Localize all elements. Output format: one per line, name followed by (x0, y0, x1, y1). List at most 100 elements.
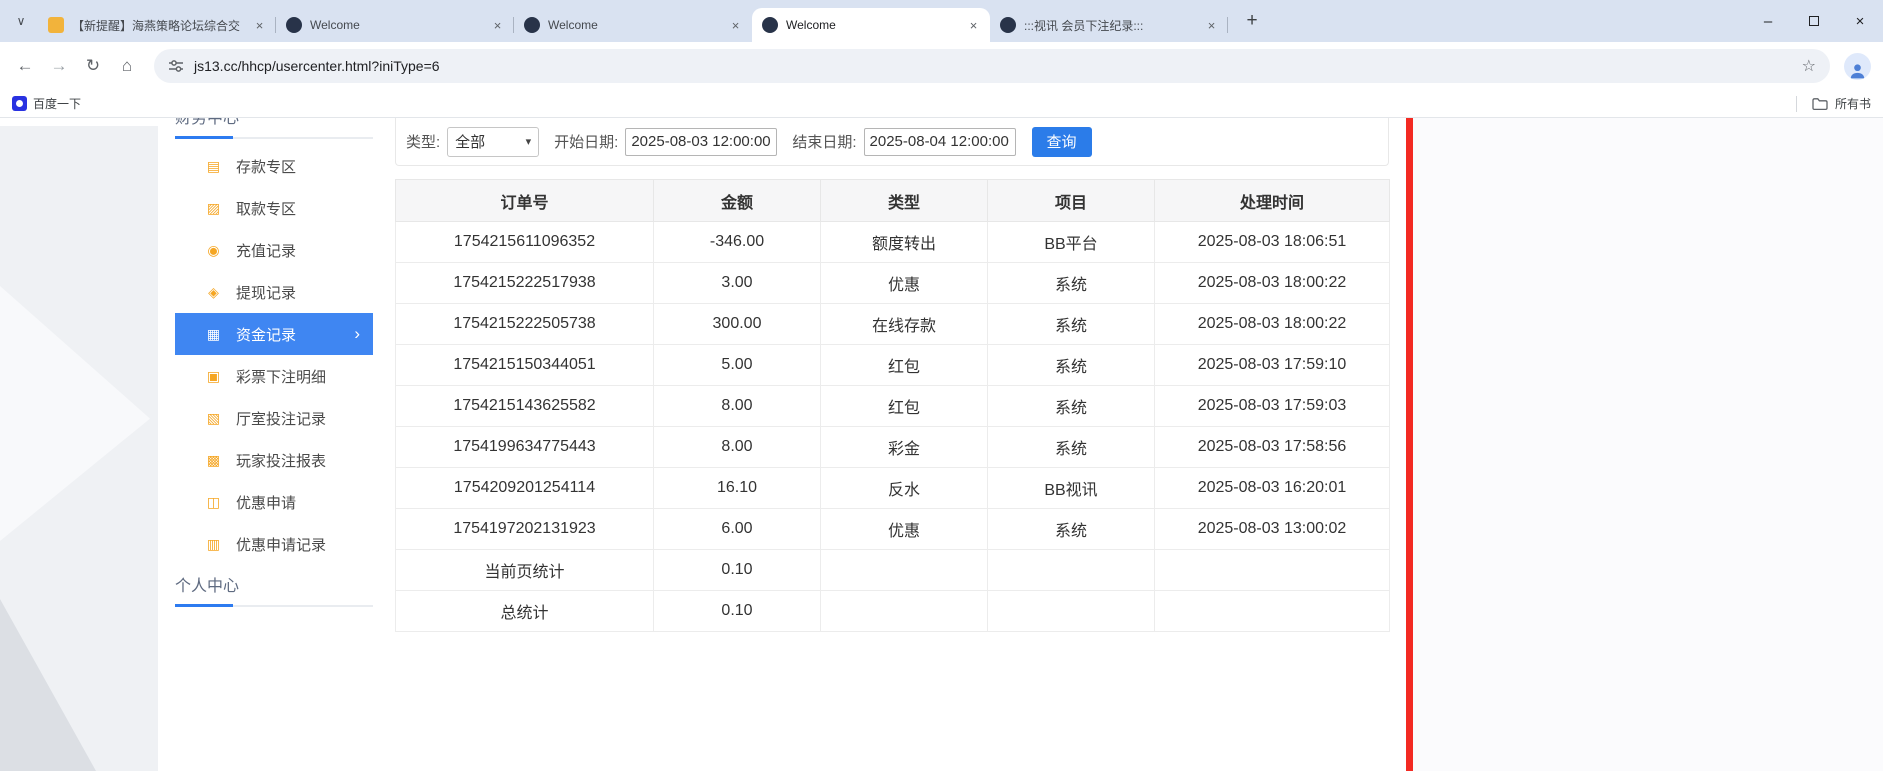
tab-2[interactable]: Welcome × (276, 8, 514, 42)
player-report-icon: ▩ (205, 452, 222, 469)
sidebar-item-promo-apply-records[interactable]: ▥ 优惠申请记录 (175, 523, 373, 565)
sidebar-item-label: 优惠申请记录 (236, 534, 326, 555)
cell-project: BB视讯 (988, 468, 1155, 509)
bookmark-star-icon[interactable]: ☆ (1802, 56, 1816, 76)
tab-favicon (1000, 17, 1016, 33)
cell-time: 2025-08-03 13:00:02 (1155, 509, 1390, 550)
back-button[interactable]: ← (8, 49, 42, 83)
tab-favicon (762, 17, 778, 33)
table-row: 1754197202131923 6.00 优惠 系统 2025-08-03 1… (396, 509, 1390, 550)
sidebar: 财务中心 ▤ 存款专区 ▨ 取款专区 ◉ 充值记录 ◈ 提现记录 (175, 118, 373, 607)
cell-order-no: 1754199634775443 (396, 427, 654, 468)
cell-order-no: 1754215611096352 (396, 222, 654, 263)
sidebar-item-label: 优惠申请 (236, 492, 296, 513)
url-text[interactable]: js13.cc/hhcp/usercenter.html?iniType=6 (194, 58, 1792, 74)
page-left-background (0, 126, 158, 771)
cell-order-no: 1754215222505738 (396, 304, 654, 345)
sidebar-item-withdrawal-records[interactable]: ◈ 提现记录 (175, 271, 373, 313)
tab-close-icon[interactable]: × (965, 17, 982, 34)
tab-close-icon[interactable]: × (727, 17, 744, 34)
tab-4-active[interactable]: Welcome × (752, 8, 990, 42)
all-bookmarks-button[interactable]: 所有书 (1796, 95, 1871, 112)
end-date-label: 结束日期: (792, 131, 856, 152)
sidebar-item-hall-bet-records[interactable]: ▧ 厅室投注记录 (175, 397, 373, 439)
cell-project: 系统 (988, 345, 1155, 386)
close-button[interactable]: × (1837, 0, 1883, 42)
page-scrollbar[interactable] (1406, 118, 1413, 771)
minimize-button[interactable]: – (1745, 0, 1791, 42)
table-row: 1754215222505738 300.00 在线存款 系统 2025-08-… (396, 304, 1390, 345)
withdrawal-record-icon: ◈ (205, 284, 222, 301)
col-header-type: 类型 (821, 180, 988, 222)
browser-window: ∨ 【新提醒】海燕策略论坛综合交 × Welcome × Welcome × W… (0, 0, 1883, 771)
withdraw-hand-icon: ▨ (205, 200, 222, 217)
window-controls: – × (1745, 0, 1883, 42)
sidebar-item-deposit-zone[interactable]: ▤ 存款专区 (175, 145, 373, 187)
tab-strip: ∨ 【新提醒】海燕策略论坛综合交 × Welcome × Welcome × W… (0, 0, 1883, 42)
bookmark-baidu[interactable]: 百度一下 (12, 95, 81, 112)
tab-favicon (48, 17, 64, 33)
cell-order-no: 1754215143625582 (396, 386, 654, 427)
start-date-input[interactable] (625, 128, 777, 156)
cell-empty (821, 591, 988, 632)
sidebar-item-recharge-records[interactable]: ◉ 充值记录 (175, 229, 373, 271)
site-settings-icon[interactable] (168, 58, 184, 74)
tab-title: Welcome (310, 18, 481, 32)
sidebar-item-promo-apply[interactable]: ◫ 优惠申请 (175, 481, 373, 523)
page-right-background (1413, 118, 1883, 771)
table-row-grand-total: 总统计 0.10 (396, 591, 1390, 632)
maximize-button[interactable] (1791, 0, 1837, 42)
table-row: 1754215150344051 5.00 红包 系统 2025-08-03 1… (396, 345, 1390, 386)
cell-project: BB平台 (988, 222, 1155, 263)
cell-order-no: 1754197202131923 (396, 509, 654, 550)
sidebar-item-label: 提现记录 (236, 282, 296, 303)
profile-avatar[interactable] (1844, 53, 1871, 80)
cell-time: 2025-08-03 18:06:51 (1155, 222, 1390, 263)
cell-empty (988, 591, 1155, 632)
browser-toolbar: ← → ↻ ⌂ js13.cc/hhcp/usercenter.html?ini… (0, 42, 1883, 90)
sidebar-section-finance: 财务中心 (175, 118, 373, 139)
new-tab-button[interactable]: + (1238, 7, 1266, 35)
cell-amount: 6.00 (654, 509, 821, 550)
sidebar-item-withdraw-zone[interactable]: ▨ 取款专区 (175, 187, 373, 229)
table-row: 1754215143625582 8.00 红包 系统 2025-08-03 1… (396, 386, 1390, 427)
promo-record-icon: ▥ (205, 536, 222, 553)
divider (1796, 96, 1797, 112)
cell-type: 额度转出 (821, 222, 988, 263)
forward-button[interactable]: → (42, 49, 76, 83)
sidebar-item-funds-records[interactable]: ▦ 资金记录 › (175, 313, 373, 355)
tab-5[interactable]: :::视讯 会员下注纪录::: × (990, 8, 1228, 42)
decorative-triangle (0, 599, 96, 771)
home-button[interactable]: ⌂ (110, 49, 144, 83)
type-select[interactable]: 全部 ▾ (447, 127, 539, 157)
sidebar-item-lottery-bet-detail[interactable]: ▣ 彩票下注明细 (175, 355, 373, 397)
records-table: 订单号 金额 类型 项目 处理时间 1754215611096352 -346.… (395, 179, 1390, 632)
cell-empty (1155, 591, 1390, 632)
refresh-button[interactable]: ↻ (76, 49, 110, 83)
table-row: 1754215611096352 -346.00 额度转出 BB平台 2025-… (396, 222, 1390, 263)
cell-project: 系统 (988, 386, 1155, 427)
tab-1[interactable]: 【新提醒】海燕策略论坛综合交 × (38, 8, 276, 42)
cell-empty (1155, 550, 1390, 591)
sidebar-item-player-bet-report[interactable]: ▩ 玩家投注报表 (175, 439, 373, 481)
baidu-favicon (12, 96, 27, 111)
address-bar[interactable]: js13.cc/hhcp/usercenter.html?iniType=6 ☆ (154, 49, 1830, 83)
end-date-input[interactable] (864, 128, 1016, 156)
col-header-order-no: 订单号 (396, 180, 654, 222)
sidebar-item-label: 玩家投注报表 (236, 450, 326, 471)
cell-amount: 8.00 (654, 386, 821, 427)
tab-search-chevron-icon[interactable]: ∨ (8, 8, 34, 34)
tab-3[interactable]: Welcome × (514, 8, 752, 42)
cell-project: 系统 (988, 509, 1155, 550)
tab-close-icon[interactable]: × (1203, 17, 1220, 34)
tab-close-icon[interactable]: × (489, 17, 506, 34)
sidebar-item-label: 充值记录 (236, 240, 296, 261)
tab-close-icon[interactable]: × (251, 17, 268, 34)
cell-empty (821, 550, 988, 591)
search-button[interactable]: 查询 (1032, 127, 1092, 157)
sidebar-menu: ▤ 存款专区 ▨ 取款专区 ◉ 充值记录 ◈ 提现记录 ▦ 资金记录 (175, 145, 373, 565)
cell-time: 2025-08-03 18:00:22 (1155, 263, 1390, 304)
sidebar-item-label: 厅室投注记录 (236, 408, 326, 429)
sidebar-item-label: 存款专区 (236, 156, 296, 177)
tab-favicon (286, 17, 302, 33)
